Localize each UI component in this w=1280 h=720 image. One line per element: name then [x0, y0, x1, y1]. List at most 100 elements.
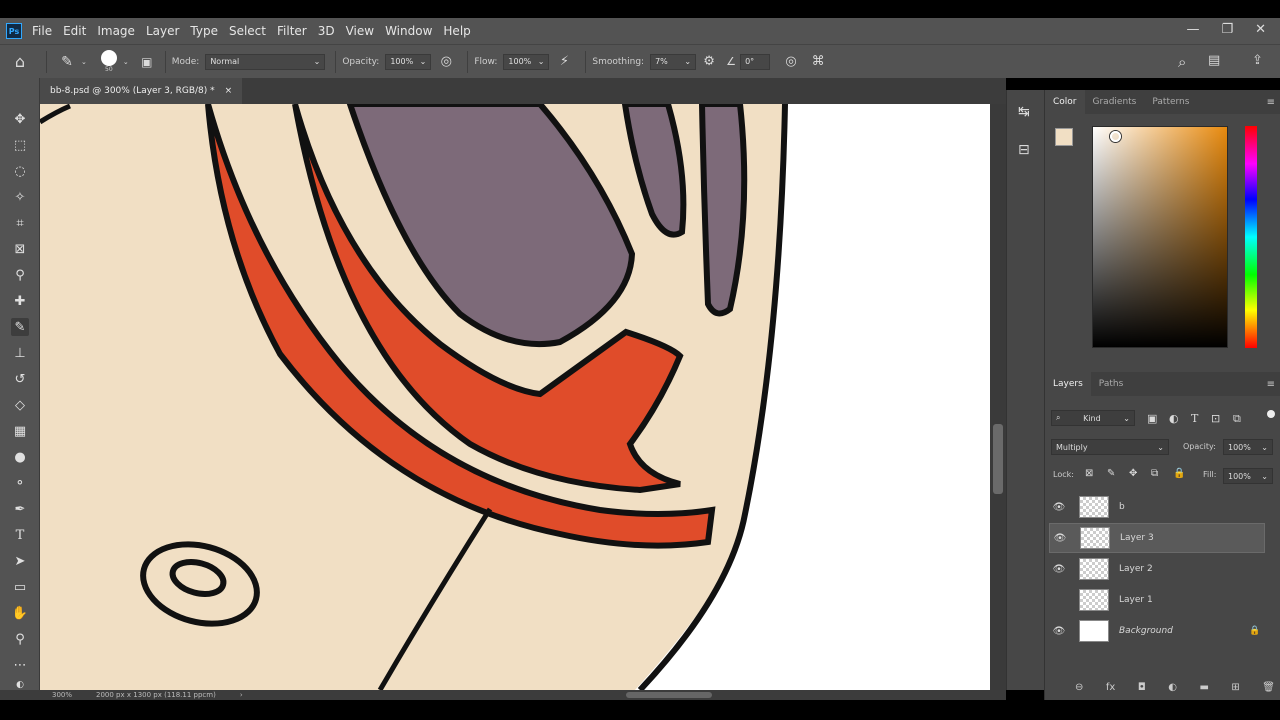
blur-tool-icon[interactable]: ●	[11, 448, 29, 466]
brush-tool-icon[interactable]: ✎	[11, 318, 29, 336]
menu-3d[interactable]: 3D	[318, 24, 335, 38]
minimize-button[interactable]: —	[1186, 22, 1199, 37]
menu-edit[interactable]: Edit	[63, 24, 86, 38]
menu-view[interactable]: View	[346, 24, 374, 38]
marquee-tool-icon[interactable]: ⬚	[11, 136, 29, 154]
smart-object-filter-icon[interactable]: ⧉	[1233, 412, 1241, 426]
smoothing-input[interactable]: 7% ⌄	[650, 53, 697, 70]
menu-layer[interactable]: Layer	[146, 24, 179, 38]
foreground-color-swatch[interactable]	[1055, 128, 1073, 146]
eraser-tool-icon[interactable]: ◇	[11, 396, 29, 414]
search-icon[interactable]: ⌕	[1178, 53, 1186, 71]
share-icon[interactable]: ⇪	[1252, 53, 1263, 68]
pressure-opacity-icon[interactable]: ◎	[431, 54, 461, 69]
chevron-down-icon[interactable]: ⌄	[81, 58, 87, 66]
pen-tool-icon[interactable]: ✒	[11, 500, 29, 518]
pixel-filter-icon[interactable]: ▣	[1147, 412, 1157, 425]
gradient-tool-icon[interactable]: ▦	[11, 422, 29, 440]
vertical-scroll-thumb[interactable]	[993, 424, 1003, 494]
workspace-icon[interactable]: ▤	[1208, 53, 1220, 68]
fx-icon[interactable]: fx	[1106, 682, 1115, 693]
lock-artboard-icon[interactable]: ⧉	[1151, 468, 1158, 479]
quick-select-tool-icon[interactable]: ✧	[11, 188, 29, 206]
canvas-area[interactable]	[40, 104, 990, 690]
horizontal-scroll-thumb[interactable]	[626, 692, 712, 698]
layer-opacity-input[interactable]: 100% ⌄	[1223, 439, 1273, 455]
dodge-tool-icon[interactable]: ⚬	[11, 474, 29, 492]
pressure-size-icon[interactable]: ◎	[776, 54, 806, 69]
gear-icon[interactable]: ⚙	[696, 54, 722, 69]
angle-input[interactable]: 0°	[740, 53, 771, 70]
type-tool-icon[interactable]: T	[11, 526, 29, 544]
path-select-tool-icon[interactable]: ➤	[11, 552, 29, 570]
menu-help[interactable]: Help	[443, 24, 470, 38]
brush-size-picker[interactable]: 50	[95, 50, 123, 73]
adjustment-icon[interactable]: ◐	[1168, 682, 1177, 693]
status-arrow[interactable]: ›	[240, 691, 243, 699]
frame-tool-icon[interactable]: ⊠	[11, 240, 29, 258]
lasso-tool-icon[interactable]: ◌	[11, 162, 29, 180]
healing-brush-tool-icon[interactable]: ✚	[11, 292, 29, 310]
lock-position-icon[interactable]: ✥	[1129, 468, 1137, 479]
airbrush-icon[interactable]: ⚡	[549, 54, 579, 69]
artwork-canvas[interactable]	[40, 104, 990, 690]
tab-gradients[interactable]: Gradients	[1085, 90, 1145, 114]
menu-window[interactable]: Window	[385, 24, 432, 38]
eye-icon[interactable]: 👁	[1049, 564, 1069, 575]
menu-type[interactable]: Type	[190, 24, 218, 38]
new-layer-icon[interactable]: ⊞	[1231, 682, 1239, 693]
zoom-level[interactable]: 300%	[52, 691, 72, 699]
move-tool-icon[interactable]: ✥	[11, 110, 29, 128]
tab-color[interactable]: Color	[1045, 90, 1085, 114]
layer-row[interactable]: 👁 Layer 3	[1049, 523, 1265, 553]
layer-filter-select[interactable]: ⌕ Kind ⌄	[1051, 410, 1135, 426]
properties-panel-icon[interactable]: ⊟	[1018, 142, 1030, 158]
link-icon[interactable]: ⊖	[1075, 682, 1083, 693]
opacity-input[interactable]: 100% ⌄	[385, 53, 432, 70]
type-filter-icon[interactable]: T	[1191, 412, 1198, 425]
menu-image[interactable]: Image	[97, 24, 135, 38]
panel-menu-icon[interactable]: ≡	[1267, 379, 1275, 390]
tab-patterns[interactable]: Patterns	[1144, 90, 1197, 114]
vertical-scrollbar[interactable]	[990, 104, 1006, 690]
crop-tool-icon[interactable]: ⌗	[11, 214, 29, 232]
mode-select[interactable]: Normal ⌄	[205, 53, 326, 70]
flow-input[interactable]: 100% ⌄	[503, 53, 550, 70]
hand-tool-icon[interactable]: ✋	[11, 604, 29, 622]
rectangle-tool-icon[interactable]: ▭	[11, 578, 29, 596]
menu-filter[interactable]: Filter	[277, 24, 307, 38]
panel-menu-icon[interactable]: ≡	[1267, 97, 1275, 108]
document-tab[interactable]: bb-8.psd @ 300% (Layer 3, RGB/8) * ×	[40, 78, 243, 104]
more-tools-icon[interactable]: ⋯	[11, 656, 29, 674]
lock-transparency-icon[interactable]: ⊠	[1085, 468, 1093, 479]
hue-slider[interactable]	[1245, 126, 1257, 348]
restore-button[interactable]: ❐	[1221, 22, 1233, 37]
tab-paths[interactable]: Paths	[1091, 372, 1131, 396]
chevron-down-icon[interactable]: ⌄	[123, 58, 129, 66]
layer-row[interactable]: 👁 Layer 2	[1049, 554, 1265, 584]
adjustment-filter-icon[interactable]: ◐	[1169, 412, 1179, 425]
layer-row[interactable]: Layer 1	[1049, 585, 1265, 615]
layer-row[interactable]: 👁 Background 🔒	[1049, 616, 1265, 646]
fill-input[interactable]: 100% ⌄	[1223, 468, 1273, 484]
lock-pixels-icon[interactable]: ✎	[1107, 468, 1115, 479]
home-icon[interactable]: ⌂	[0, 52, 40, 71]
symmetry-icon[interactable]: ⌘	[806, 54, 830, 69]
eye-icon[interactable]: 👁	[1049, 502, 1069, 513]
close-tab-button[interactable]: ×	[225, 86, 233, 96]
shape-filter-icon[interactable]: ⊡	[1211, 412, 1220, 425]
menu-file[interactable]: File	[32, 24, 52, 38]
eyedropper-tool-icon[interactable]: ⚲	[11, 266, 29, 284]
eye-icon[interactable]: 👁	[1049, 626, 1069, 637]
stamp-tool-icon[interactable]: ⊥	[11, 344, 29, 362]
history-brush-tool-icon[interactable]: ↺	[11, 370, 29, 388]
trash-icon[interactable]: 🗑	[1262, 682, 1275, 693]
history-panel-icon[interactable]: ↹	[1018, 104, 1030, 120]
folder-icon[interactable]: ▬	[1199, 682, 1208, 693]
color-picker-field[interactable]	[1092, 126, 1228, 348]
color-picker-handle[interactable]	[1110, 131, 1121, 142]
brush-settings-panel-icon[interactable]: ▣	[135, 55, 159, 69]
menu-select[interactable]: Select	[229, 24, 266, 38]
layer-row[interactable]: 👁 b	[1049, 492, 1265, 522]
tab-layers[interactable]: Layers	[1045, 372, 1091, 396]
